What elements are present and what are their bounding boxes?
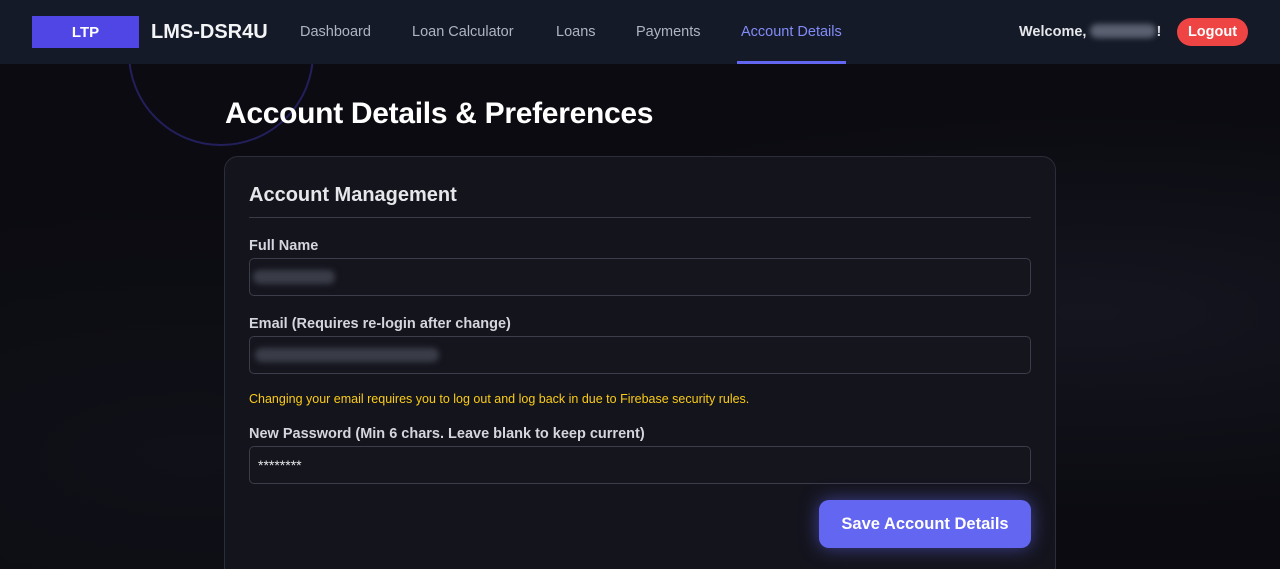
email-change-hint: Changing your email requires you to log … xyxy=(249,392,750,406)
redacted-full-name xyxy=(253,270,335,284)
nav-loans[interactable]: Loans xyxy=(556,0,596,64)
logo-badge[interactable]: LTP xyxy=(32,16,139,48)
welcome-label: Welcome, xyxy=(1019,24,1087,40)
nav-payments[interactable]: Payments xyxy=(636,0,700,64)
top-navbar: LTP LMS-DSR4U Dashboard Loan Calculator … xyxy=(0,0,1280,64)
welcome-message: Welcome,! xyxy=(1019,23,1161,41)
password-input[interactable] xyxy=(249,446,1031,484)
save-account-details-button[interactable]: Save Account Details xyxy=(819,500,1031,548)
nav-account-details[interactable]: Account Details xyxy=(737,0,846,64)
account-management-card: Account Management Full Name Email (Requ… xyxy=(224,156,1056,569)
email-label: Email (Requires re-login after change) xyxy=(249,316,511,332)
card-title: Account Management xyxy=(249,184,457,206)
card-divider xyxy=(249,217,1031,218)
redacted-email xyxy=(255,348,439,362)
full-name-label: Full Name xyxy=(249,238,319,254)
page-title: Account Details & Preferences xyxy=(225,97,654,130)
redacted-username xyxy=(1090,24,1157,38)
brand-name[interactable]: LMS-DSR4U xyxy=(151,20,268,44)
welcome-suffix: ! xyxy=(1156,24,1162,40)
nav-loan-calculator[interactable]: Loan Calculator xyxy=(412,0,514,64)
logout-button[interactable]: Logout xyxy=(1177,18,1248,46)
password-label: New Password (Min 6 chars. Leave blank t… xyxy=(249,426,645,442)
full-name-input[interactable] xyxy=(249,258,1031,296)
nav-dashboard[interactable]: Dashboard xyxy=(300,0,371,64)
